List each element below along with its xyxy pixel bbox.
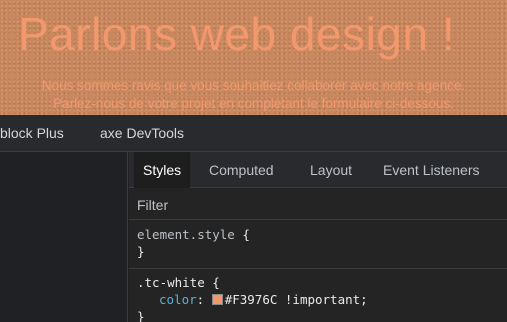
devtools-extension-tabbar: block Plus axe DevTools xyxy=(0,115,507,152)
rule-close-brace: } xyxy=(137,244,145,259)
styles-subtabs: Styles Computed Layout Event Listeners xyxy=(129,152,507,188)
tab-computed[interactable]: Computed xyxy=(200,152,283,188)
rule-open-brace: { xyxy=(242,227,250,242)
tab-layout[interactable]: Layout xyxy=(301,152,361,188)
styles-filter-input[interactable] xyxy=(137,196,497,214)
rule-selector[interactable]: .tc-white xyxy=(137,275,205,290)
style-rule-element-style: element.style { } xyxy=(129,226,507,269)
declaration-color[interactable]: color: #F3976C !important; xyxy=(137,291,507,308)
rule-close-brace: } xyxy=(137,309,145,322)
elements-tree-pane[interactable] xyxy=(0,152,128,322)
rule-open-brace: { xyxy=(212,275,220,290)
declaration-value[interactable]: #F3976C !important; xyxy=(225,292,368,307)
style-rule-tc-white: .tc-white { color: #F3976C !important; } xyxy=(129,274,507,322)
declaration-property[interactable]: color xyxy=(159,292,197,307)
rule-selector[interactable]: element.style xyxy=(137,227,235,242)
tab-adblock-plus[interactable]: block Plus xyxy=(0,125,64,141)
tab-event-listeners[interactable]: Event Listeners xyxy=(374,152,489,188)
color-swatch-icon[interactable] xyxy=(211,294,223,305)
page-subtitle-line-1: Nous sommes ravis que vous souhaitiez co… xyxy=(41,78,466,93)
tab-axe-devtools[interactable]: axe DevTools xyxy=(100,125,184,141)
page-hero: Parlons web design ! Nous sommes ravis q… xyxy=(0,0,507,115)
page-title: Parlons web design ! xyxy=(18,8,456,60)
page-subtitle-line-2: Parlez-nous de votre projet en complétan… xyxy=(53,96,454,111)
styles-sidebar: Styles Computed Layout Event Listeners e… xyxy=(129,152,507,322)
tab-styles[interactable]: Styles xyxy=(134,152,191,188)
styles-filter-bar xyxy=(129,189,507,220)
